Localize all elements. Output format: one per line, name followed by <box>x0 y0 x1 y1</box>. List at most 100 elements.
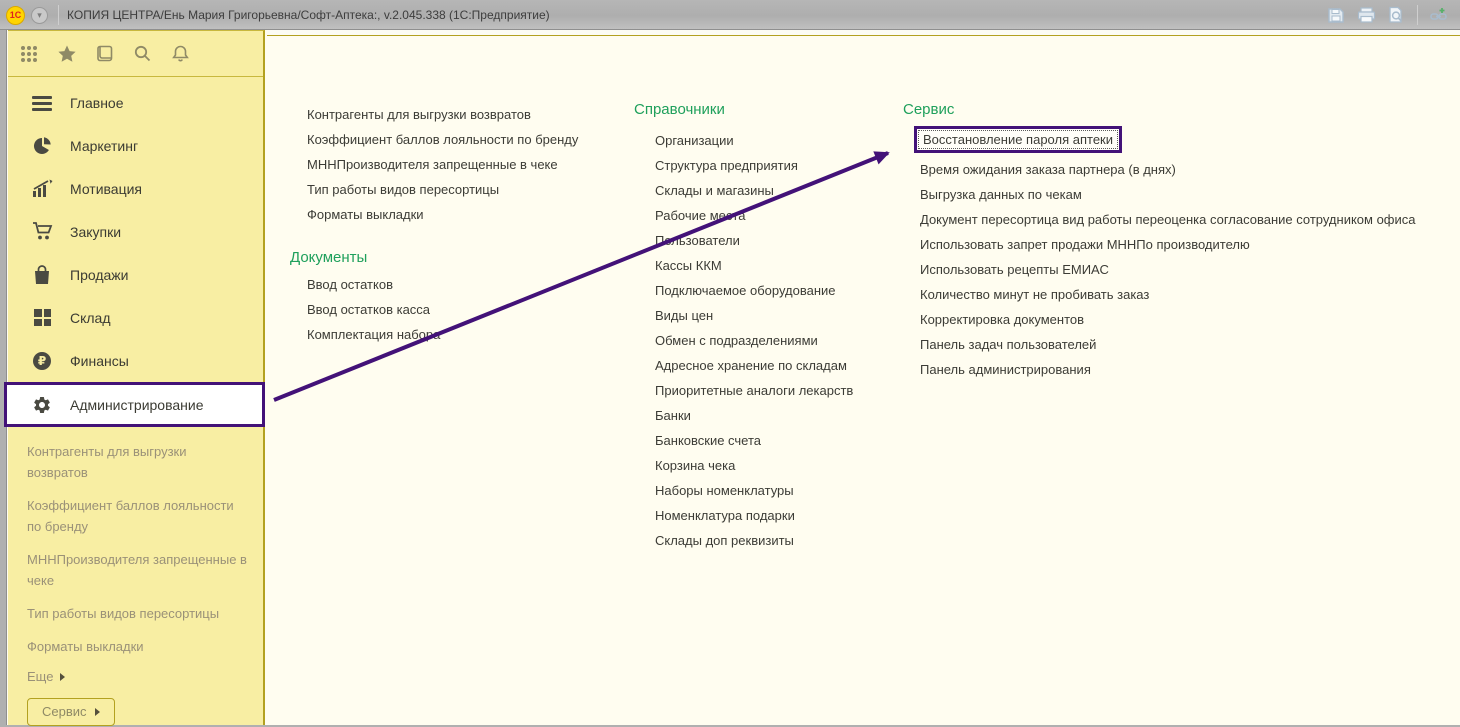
content-link[interactable]: Корректировка документов <box>920 307 1416 332</box>
sidebar-item-label: Закупки <box>70 224 121 240</box>
notifications-bell-icon[interactable] <box>170 43 191 64</box>
history-icon[interactable] <box>94 43 115 64</box>
sidebar-item-marketing[interactable]: Маркетинг <box>8 124 263 167</box>
sidebar-item-label: Финансы <box>70 353 129 369</box>
content-link[interactable]: Номенклатура подарки <box>655 503 853 528</box>
sidebar-item-finance[interactable]: ₽ Финансы <box>8 339 263 382</box>
content-link[interactable]: Панель администрирования <box>920 357 1416 382</box>
sidebar-item-purchasing[interactable]: Закупки <box>8 210 263 253</box>
sidebar-item-label: Маркетинг <box>70 138 138 154</box>
content-link[interactable]: Приоритетные аналоги лекарств <box>655 378 853 403</box>
content-link[interactable]: Банки <box>655 403 853 428</box>
content-link[interactable]: Подключаемое оборудование <box>655 278 853 303</box>
favorites-star-icon[interactable] <box>56 43 77 64</box>
boxes-icon <box>30 307 54 329</box>
print-preview-icon[interactable] <box>1385 4 1407 26</box>
sidebar-item-label: Мотивация <box>70 181 142 197</box>
sidebar-item-administration[interactable]: Администрирование <box>4 382 265 427</box>
1c-logo-icon: 1С <box>6 6 25 25</box>
content-link[interactable]: Адресное хранение по складам <box>655 353 853 378</box>
title-bar-actions <box>1325 0 1450 30</box>
search-icon[interactable] <box>132 43 153 64</box>
ruble-icon: ₽ <box>30 350 54 372</box>
more-menu[interactable]: Еще <box>27 669 247 684</box>
sidebar: Главное Маркетинг Мотивация Закупки <box>8 30 265 725</box>
chevron-right-icon <box>60 673 65 681</box>
content-link[interactable]: Коэффициент баллов лояльности по бренду <box>307 127 578 152</box>
content-link[interactable]: Рабочие места <box>655 203 853 228</box>
sidebar-item-sales[interactable]: Продажи <box>8 253 263 296</box>
password-recovery-highlight-box: Восстановление пароля аптеки <box>914 126 1122 153</box>
content-link[interactable]: Ввод остатков <box>307 272 578 297</box>
sidebar-item-label: Склад <box>70 310 111 326</box>
service-button-label: Сервис <box>42 704 87 719</box>
column-service: Сервис Восстановление пароля аптеки Врем… <box>920 101 1416 382</box>
growth-chart-icon <box>30 178 54 200</box>
sidebar-item-main[interactable]: Главное <box>8 81 263 124</box>
gear-icon <box>30 394 54 416</box>
print-icon[interactable] <box>1355 4 1377 26</box>
content-link[interactable]: Склады доп реквизиты <box>655 528 853 553</box>
content-panel: Контрагенты для выгрузки возвратов Коэфф… <box>267 37 1460 725</box>
content-link[interactable]: Пользователи <box>655 228 853 253</box>
get-link-icon[interactable] <box>1428 4 1450 26</box>
window-left-edge <box>0 30 7 727</box>
content-link-password-recovery[interactable]: Восстановление пароля аптеки <box>918 130 1118 149</box>
content-link[interactable]: Обмен с подразделениями <box>655 328 853 353</box>
content-link[interactable]: Структура предприятия <box>655 153 853 178</box>
sidebar-item-label: Администрирование <box>70 397 204 413</box>
subnav-item[interactable]: Коэффициент баллов лояльности по бренду <box>27 495 247 537</box>
content-link[interactable]: Кассы ККМ <box>655 253 853 278</box>
content-link[interactable]: Наборы номенклатуры <box>655 478 853 503</box>
section-header-documents: Документы <box>290 249 578 266</box>
column-settings: Контрагенты для выгрузки возвратов Коэфф… <box>307 102 578 347</box>
shopping-bag-icon <box>30 264 54 286</box>
window-title: КОПИЯ ЦЕНТРА/Ень Мария Григорьевна/Софт-… <box>67 8 550 22</box>
content-link[interactable]: Форматы выкладки <box>307 202 578 227</box>
subnav-item[interactable]: Контрагенты для выгрузки возвратов <box>27 441 247 483</box>
sidebar-subnav: Контрагенты для выгрузки возвратов Коэфф… <box>8 427 263 726</box>
subnav-item[interactable]: МННПроизводителя запрещенные в чеке <box>27 549 247 591</box>
content-link[interactable]: Контрагенты для выгрузки возвратов <box>307 102 578 127</box>
save-icon[interactable] <box>1325 4 1347 26</box>
pie-chart-icon <box>30 135 54 157</box>
content-link[interactable]: Виды цен <box>655 303 853 328</box>
content-link[interactable]: Ввод остатков касса <box>307 297 578 322</box>
hamburger-icon <box>30 92 54 114</box>
content-link[interactable]: Время ожидания заказа партнера (в днях) <box>920 157 1416 182</box>
content-link[interactable]: Панель задач пользователей <box>920 332 1416 357</box>
title-bar: 1С ▾ КОПИЯ ЦЕНТРА/Ень Мария Григорьевна/… <box>0 0 1460 30</box>
title-bar-left: 1С ▾ КОПИЯ ЦЕНТРА/Ень Мария Григорьевна/… <box>6 0 550 30</box>
content-link[interactable]: Количество минут не пробивать заказ <box>920 282 1416 307</box>
content-link[interactable]: Документ пересортица вид работы переоцен… <box>920 207 1416 232</box>
sidebar-item-motivation[interactable]: Мотивация <box>8 167 263 210</box>
subnav-item[interactable]: Тип работы видов пересортицы <box>27 603 247 624</box>
section-header-catalogs: Справочники <box>634 101 853 118</box>
content-link[interactable]: Выгрузка данных по чекам <box>920 182 1416 207</box>
sections-grid-icon[interactable] <box>18 43 39 64</box>
titlebar-divider <box>1417 5 1418 25</box>
content-top-strip <box>267 30 1460 36</box>
more-label: Еще <box>27 669 53 684</box>
content-link[interactable]: Организации <box>655 128 853 153</box>
sidebar-item-label: Главное <box>70 95 124 111</box>
sidebar-nav: Главное Маркетинг Мотивация Закупки <box>8 77 263 427</box>
content-link[interactable]: Использовать запрет продажи МННПо произв… <box>920 232 1416 257</box>
column-catalogs: Справочники Организации Структура предпр… <box>655 101 853 553</box>
svg-text:₽: ₽ <box>38 354 46 368</box>
content-link[interactable]: Использовать рецепты ЕМИАС <box>920 257 1416 282</box>
content-link[interactable]: МННПроизводителя запрещенные в чеке <box>307 152 578 177</box>
content-link[interactable]: Комплектация набора <box>307 322 578 347</box>
service-menu-button[interactable]: Сервис <box>27 698 115 726</box>
content-link[interactable]: Тип работы видов пересортицы <box>307 177 578 202</box>
main-menu-dropdown-icon[interactable]: ▾ <box>31 7 48 24</box>
subnav-item[interactable]: Форматы выкладки <box>27 636 247 657</box>
sidebar-item-warehouse[interactable]: Склад <box>8 296 263 339</box>
titlebar-divider <box>58 5 59 25</box>
sidebar-item-label: Продажи <box>70 267 128 283</box>
content-link[interactable]: Банковские счета <box>655 428 853 453</box>
content-link[interactable]: Корзина чека <box>655 453 853 478</box>
sidebar-toolbar <box>8 31 263 77</box>
content-link[interactable]: Склады и магазины <box>655 178 853 203</box>
cart-icon <box>30 221 54 243</box>
